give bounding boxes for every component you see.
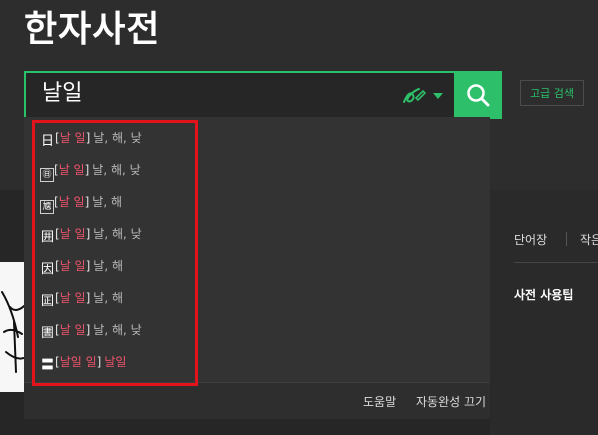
search-icon [467, 84, 490, 107]
search-button[interactable] [454, 71, 502, 119]
autocomplete-off-link[interactable]: 자동완성 끄기 [416, 393, 486, 410]
highlight-annotation-box [32, 120, 198, 386]
dictionary-tips-heading: 사전 사용팁 [514, 288, 574, 302]
page-title: 한자사전 [24, 9, 161, 50]
search-input-value[interactable]: 날일 [42, 80, 82, 108]
help-link[interactable]: 도움말 [363, 393, 396, 410]
right-panel-divider [514, 262, 598, 263]
search-input[interactable]: 날일 [24, 71, 456, 119]
dropdown-arrow-icon[interactable] [431, 87, 445, 103]
autocomplete-footer: 도움말 자동완성 끄기 [24, 382, 490, 419]
right-panel [490, 190, 598, 435]
handwriting-stroke-icon [1, 291, 25, 373]
handwriting-icon[interactable] [401, 85, 427, 107]
tab-wordbook[interactable]: 단어장 [514, 231, 547, 248]
handwritten-glyph-card [0, 262, 25, 392]
advanced-search-button[interactable]: 고급 검색 [520, 80, 584, 106]
tab-small[interactable]: 작은 [580, 231, 598, 248]
tab-divider [566, 232, 567, 246]
